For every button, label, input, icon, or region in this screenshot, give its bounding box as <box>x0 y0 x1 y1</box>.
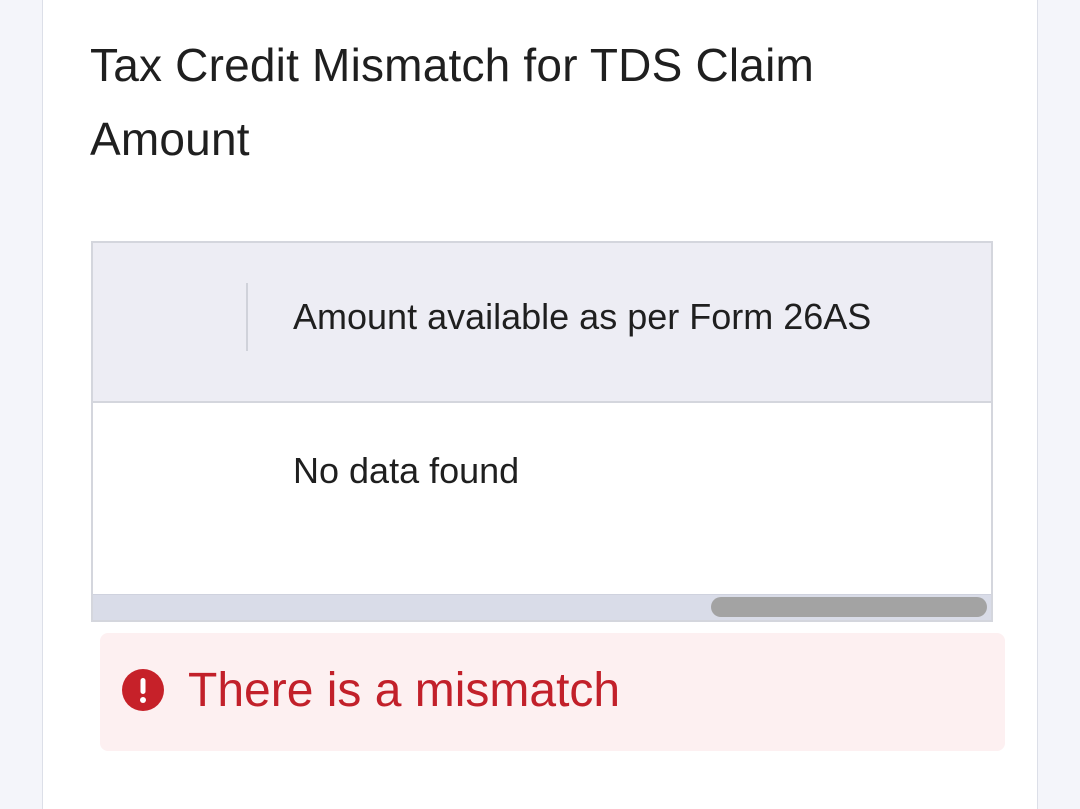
exclamation-circle-icon <box>122 669 164 711</box>
table-empty-message: No data found <box>293 450 520 491</box>
section-title: Tax Credit Mismatch for TDS Claim Amount <box>90 39 815 165</box>
table-header-row: Amount available as per Form 26AS <box>93 243 991 403</box>
tax-credit-card: Tax Credit Mismatch for TDS Claim Amount… <box>42 0 1038 809</box>
scrollbar-thumb[interactable] <box>711 597 987 617</box>
mismatch-alert: There is a mismatch <box>100 633 1005 751</box>
column-header-form-26as-amount: Amount available as per Form 26AS <box>293 296 872 337</box>
column-divider[interactable] <box>246 283 248 351</box>
alert-message: There is a mismatch <box>188 664 621 717</box>
horizontal-scrollbar[interactable] <box>93 594 991 620</box>
mismatch-table: Amount available as per Form 26AS No dat… <box>91 241 993 622</box>
